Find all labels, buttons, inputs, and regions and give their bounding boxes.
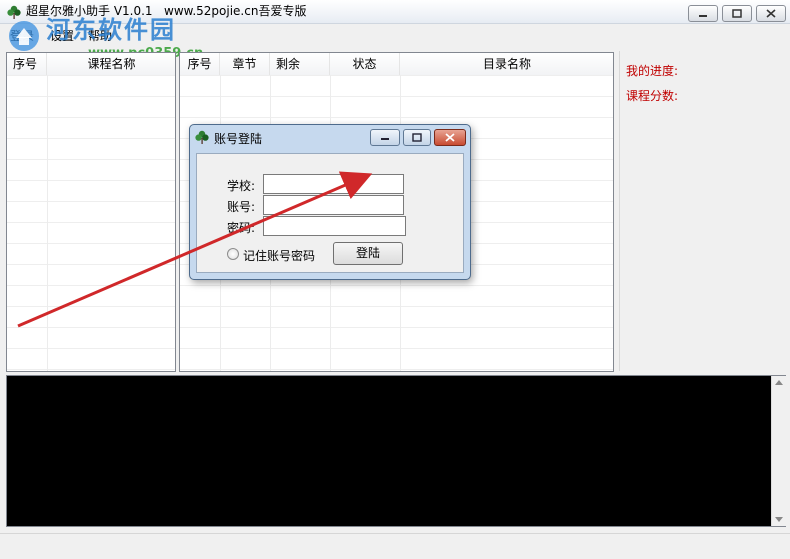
annotation-arrow-icon xyxy=(17,171,373,328)
